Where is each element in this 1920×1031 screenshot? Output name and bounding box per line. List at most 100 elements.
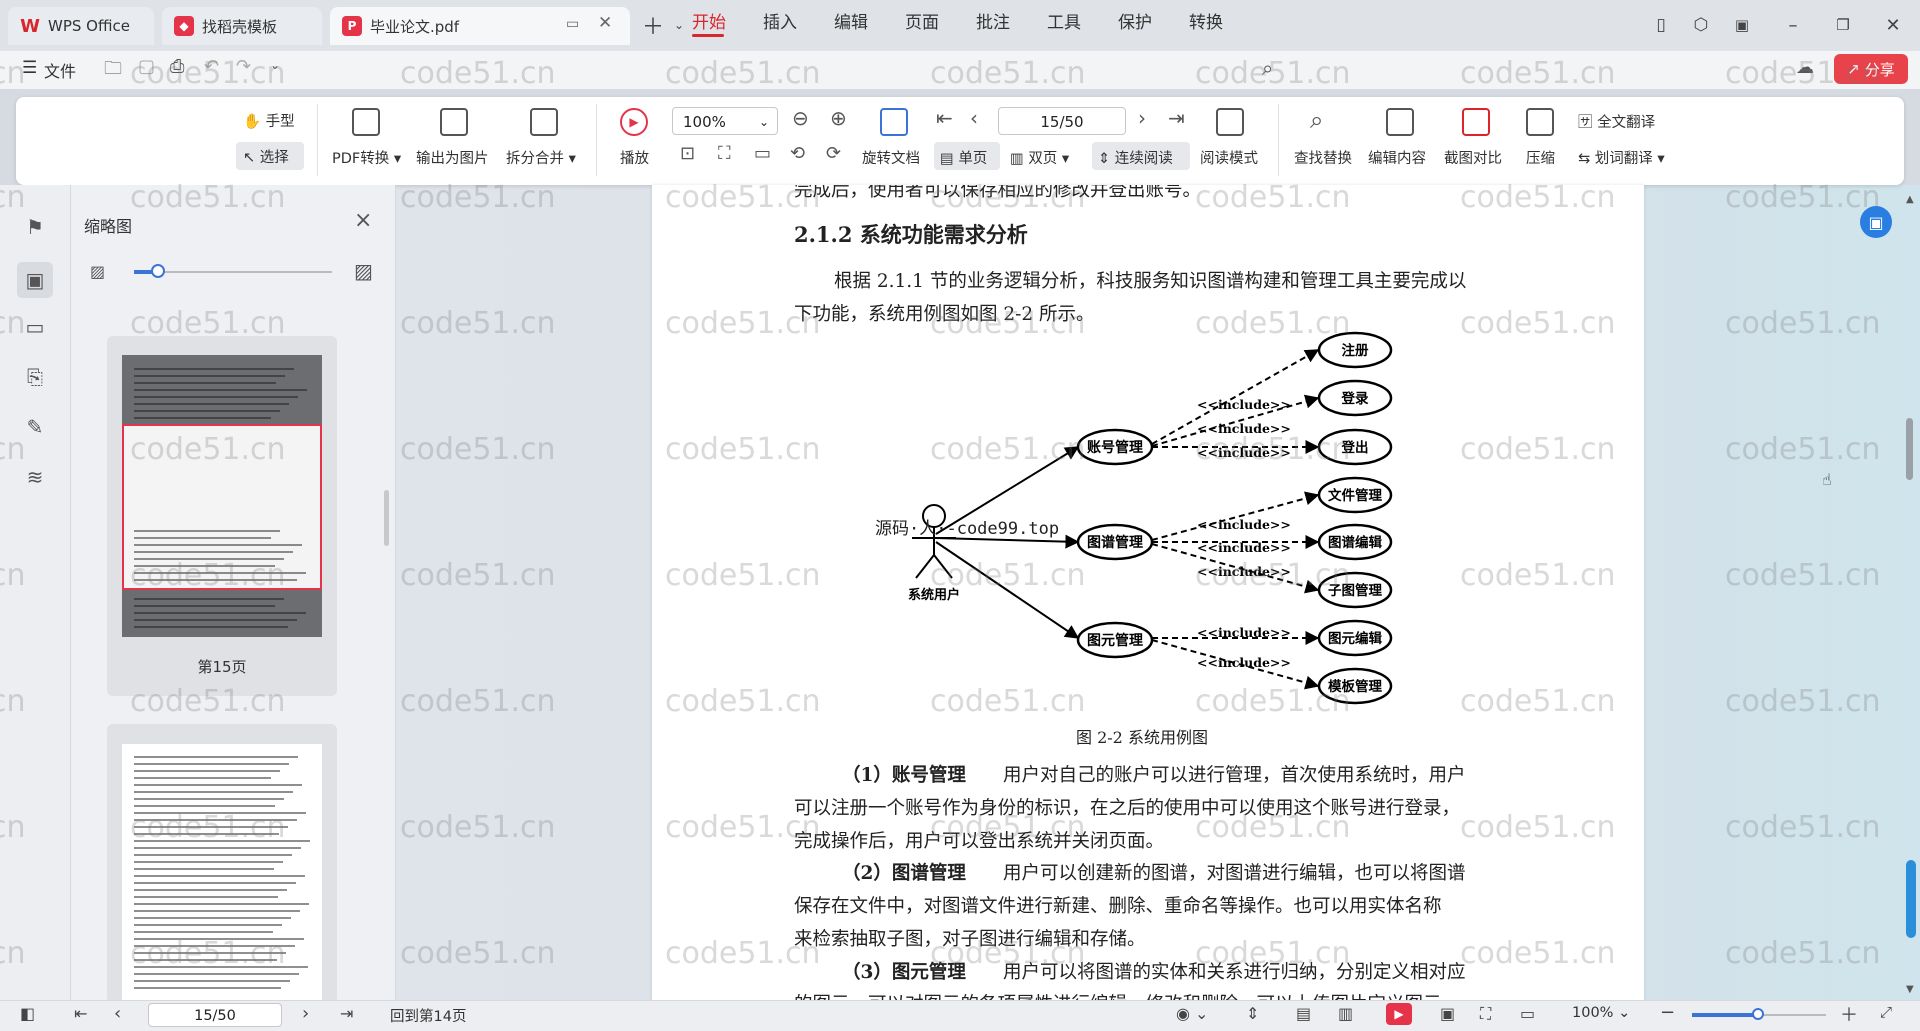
- menu-edit[interactable]: 编辑: [834, 8, 868, 33]
- tab-docer-templates[interactable]: ◆ 找稻壳模板: [162, 7, 322, 45]
- floating-tool-button[interactable]: ▣: [1860, 206, 1892, 238]
- thumbnail-scrollbar[interactable]: [384, 490, 389, 546]
- last-page-icon[interactable]: ⇥: [1168, 106, 1185, 130]
- open-icon[interactable]: 🗀: [104, 56, 122, 86]
- status-page-input[interactable]: 15/50: [148, 1003, 282, 1027]
- menu-start[interactable]: 开始: [692, 8, 726, 33]
- zoom-out-icon[interactable]: ⊖: [792, 106, 809, 130]
- page-input[interactable]: 15/50: [998, 107, 1126, 135]
- quick-access-chevron-icon[interactable]: ⌄: [270, 58, 280, 72]
- next-page-icon[interactable]: ›: [302, 1003, 309, 1024]
- select-tool-button[interactable]: ↖ 选择: [243, 146, 289, 167]
- tab-wps-office[interactable]: W WPS Office: [8, 7, 154, 45]
- hand-tool-button[interactable]: ✋ 手型: [243, 110, 295, 131]
- signature-icon[interactable]: ✎: [22, 414, 48, 440]
- small-image-icon[interactable]: ▨: [90, 262, 105, 281]
- rotate-right-icon[interactable]: ⟳: [826, 143, 841, 164]
- toggle-sidebar-icon[interactable]: ◧: [20, 1004, 35, 1023]
- close-tab-icon[interactable]: ✕: [598, 13, 612, 33]
- read-mode-button[interactable]: 阅读模式: [1200, 147, 1258, 168]
- save-icon[interactable]: ▢: [138, 56, 155, 77]
- status-zoom-select[interactable]: 100% ⌄: [1572, 1005, 1630, 1021]
- redo-icon[interactable]: ↷: [236, 56, 251, 77]
- export-image-button[interactable]: 输出为图片: [416, 147, 489, 168]
- fit-page-icon[interactable]: ⛶: [1480, 1004, 1491, 1024]
- continuous-icon[interactable]: ⇕: [1246, 1004, 1259, 1023]
- actual-size-icon[interactable]: ⊡: [680, 143, 695, 164]
- play-icon[interactable]: ▶: [1386, 1003, 1412, 1025]
- first-page-icon[interactable]: ⇤: [936, 106, 953, 130]
- cube-icon[interactable]: ⬡: [1686, 12, 1716, 38]
- edit-content-button[interactable]: 编辑内容: [1368, 147, 1426, 168]
- thumbnail-page-16[interactable]: [122, 744, 322, 1004]
- full-translate-button[interactable]: 🈂 全文翻译: [1578, 111, 1655, 132]
- single-page-button[interactable]: ▤ 单页: [940, 147, 987, 168]
- avatar[interactable]: ▣: [1727, 12, 1757, 38]
- subsection-lead: （1）账号管理: [842, 765, 966, 786]
- read-mode-icon[interactable]: ▣: [1440, 1004, 1455, 1023]
- find-replace-button[interactable]: 查找替换: [1294, 147, 1352, 168]
- tab-pdf-document[interactable]: P 毕业论文.pdf ▭ ✕: [330, 7, 630, 45]
- tab-list-chevron-icon[interactable]: ⌄: [664, 12, 694, 38]
- vertical-scrollbar-thumb[interactable]: [1906, 418, 1913, 480]
- next-page-icon[interactable]: ›: [1138, 106, 1146, 130]
- search-icon[interactable]: ⌕: [1262, 56, 1273, 80]
- fit-width-icon[interactable]: ▭: [754, 143, 771, 164]
- zoom-out-icon[interactable]: −: [1660, 1002, 1675, 1023]
- restore-icon[interactable]: ❐: [1828, 12, 1858, 38]
- attachment-icon[interactable]: ⎘: [22, 364, 48, 390]
- compress-button[interactable]: 压缩: [1526, 147, 1555, 168]
- side-scroll-handle[interactable]: [1906, 860, 1916, 938]
- menu-tools[interactable]: 工具: [1047, 8, 1081, 33]
- first-page-icon[interactable]: ⇤: [74, 1004, 87, 1023]
- comment-icon[interactable]: ▭: [22, 314, 48, 340]
- fit-page-icon[interactable]: ⛶: [718, 143, 731, 164]
- undo-icon[interactable]: ↶: [204, 56, 219, 77]
- window-icon[interactable]: ▭: [566, 16, 579, 32]
- minimize-icon[interactable]: –: [1778, 12, 1808, 38]
- fullscreen-icon[interactable]: ⤢: [1880, 1003, 1892, 1021]
- eye-icon[interactable]: ◉ ⌄: [1176, 1004, 1208, 1023]
- fit-width-icon[interactable]: ▭: [1520, 1004, 1535, 1023]
- large-image-icon[interactable]: ▨: [354, 259, 373, 283]
- close-window-icon[interactable]: ✕: [1878, 12, 1908, 38]
- thumbnail-icon[interactable]: ▣: [17, 262, 53, 298]
- use-case-label: 文件管理: [1328, 487, 1382, 504]
- menu-page[interactable]: 页面: [905, 8, 939, 33]
- single-page-icon[interactable]: ▤: [1296, 1004, 1311, 1023]
- prev-page-icon[interactable]: ‹: [114, 1003, 121, 1024]
- zoom-slider-handle[interactable]: [1752, 1008, 1764, 1020]
- rotate-document-button[interactable]: 旋转文档: [862, 147, 920, 168]
- prev-page-icon[interactable]: ‹: [970, 106, 978, 130]
- menu-convert[interactable]: 转换: [1189, 8, 1223, 33]
- back-to-page-link[interactable]: 回到第14页: [390, 1005, 466, 1026]
- menu-insert[interactable]: 插入: [763, 8, 797, 33]
- screenshot-compare-button[interactable]: 截图对比: [1444, 147, 1502, 168]
- zoom-in-icon[interactable]: ＋: [1840, 1001, 1858, 1027]
- share-button[interactable]: ↗ 分享: [1834, 54, 1908, 84]
- slider-handle[interactable]: [151, 264, 165, 278]
- double-page-button[interactable]: ▥ 双页 ▾: [1010, 147, 1069, 168]
- rotate-left-icon[interactable]: ⟲: [790, 143, 805, 164]
- cloud-icon[interactable]: ☁: [1796, 57, 1814, 78]
- last-page-icon[interactable]: ⇥: [340, 1004, 353, 1023]
- bookmark-icon[interactable]: ⚑: [22, 214, 48, 240]
- menu-annotate[interactable]: 批注: [976, 8, 1010, 33]
- play-button[interactable]: 播放: [620, 147, 649, 168]
- zoom-in-icon[interactable]: ⊕: [830, 106, 847, 130]
- split-merge-button[interactable]: 拆分合并 ▾: [506, 147, 576, 168]
- menu-protect[interactable]: 保护: [1118, 8, 1152, 33]
- print-icon[interactable]: ⎙: [170, 56, 184, 77]
- continuous-read-button[interactable]: ⇕ 连续阅读: [1098, 147, 1173, 168]
- layout-icon[interactable]: ▯: [1646, 12, 1676, 38]
- zoom-select[interactable]: 100% ⌄: [672, 107, 778, 135]
- layers-icon[interactable]: ≋: [22, 464, 48, 490]
- scroll-up-icon[interactable]: ▲: [1906, 194, 1914, 205]
- word-translate-button[interactable]: ⇆ 划词翻译 ▾: [1578, 147, 1665, 168]
- file-menu[interactable]: 文件: [44, 58, 76, 82]
- close-panel-icon[interactable]: ×: [354, 208, 372, 233]
- pdf-convert-button[interactable]: PDF转换 ▾: [332, 147, 401, 168]
- double-page-icon[interactable]: ▥: [1338, 1004, 1353, 1023]
- scroll-down-icon[interactable]: ▼: [1906, 984, 1914, 995]
- hamburger-icon[interactable]: ☰: [22, 58, 37, 78]
